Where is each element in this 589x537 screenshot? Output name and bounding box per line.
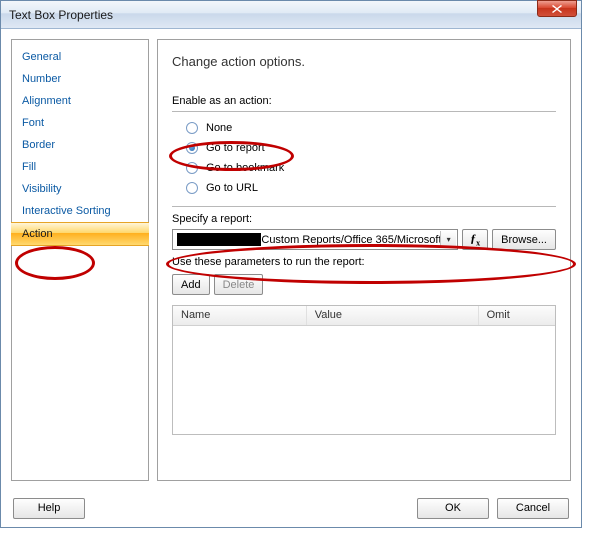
report-path-combobox[interactable]: Custom Reports/Office 365/Microsoft O ▾ [172,229,458,250]
report-row: Custom Reports/Office 365/Microsoft O ▾ … [172,229,556,250]
nav-item-general[interactable]: General [12,46,148,68]
grid-header: Name Value Omit [173,306,555,326]
window-title: Text Box Properties [9,8,575,22]
chevron-down-icon[interactable]: ▾ [440,231,456,248]
nav-item-action[interactable]: Action [11,222,149,246]
radio-none[interactable] [186,122,198,134]
dialog-footer: Help OK Cancel [1,489,581,527]
radio-go-to-url[interactable] [186,182,198,194]
parameters-grid[interactable]: Name Value Omit [172,305,556,435]
divider [172,111,556,112]
add-button[interactable]: Add [172,274,210,295]
parameter-buttons: Add Delete [172,274,556,295]
page-heading: Change action options. [172,54,556,69]
help-button[interactable]: Help [13,498,85,519]
nav-item-alignment[interactable]: Alignment [12,90,148,112]
content-pane: Change action options. Enable as an acti… [157,39,571,481]
nav-item-visibility[interactable]: Visibility [12,178,148,200]
nav-item-fill[interactable]: Fill [12,156,148,178]
enable-action-label: Enable as an action: [172,95,556,107]
cancel-button[interactable]: Cancel [497,498,569,519]
nav-item-interactive-sorting[interactable]: Interactive Sorting [12,200,148,222]
titlebar: Text Box Properties [1,1,581,29]
nav-item-number[interactable]: Number [12,68,148,90]
radio-label-go-to-report: Go to report [206,142,265,154]
col-header-name[interactable]: Name [173,306,307,325]
divider [172,206,556,207]
close-icon [552,5,562,13]
radio-row-go-to-bookmark[interactable]: Go to bookmark [172,158,556,178]
radio-go-to-bookmark[interactable] [186,162,198,174]
nav-item-font[interactable]: Font [12,112,148,134]
expression-button[interactable]: ƒx [462,229,488,250]
radio-go-to-report[interactable] [186,142,198,154]
specify-report-label: Specify a report: [172,213,556,225]
radio-row-go-to-report[interactable]: Go to report [172,138,556,158]
radio-label-none: None [206,122,232,134]
ok-button[interactable]: OK [417,498,489,519]
radio-label-go-to-url: Go to URL [206,182,258,194]
dialog-window: Text Box Properties General Number Align… [0,0,582,528]
close-button[interactable] [537,0,577,17]
nav-item-border[interactable]: Border [12,134,148,156]
radio-label-go-to-bookmark: Go to bookmark [206,162,284,174]
dialog-body: General Number Alignment Font Border Fil… [1,29,581,489]
nav-pane: General Number Alignment Font Border Fil… [11,39,149,481]
report-path-text: Custom Reports/Office 365/Microsoft O [261,234,453,246]
redacted-segment [177,233,261,246]
browse-button[interactable]: Browse... [492,229,556,250]
col-header-omit[interactable]: Omit [479,306,555,325]
parameters-label: Use these parameters to run the report: [172,256,556,268]
radio-row-none[interactable]: None [172,118,556,138]
fx-icon: ƒx [470,231,480,247]
radio-row-go-to-url[interactable]: Go to URL [172,178,556,198]
delete-button[interactable]: Delete [214,274,264,295]
col-header-value[interactable]: Value [307,306,479,325]
